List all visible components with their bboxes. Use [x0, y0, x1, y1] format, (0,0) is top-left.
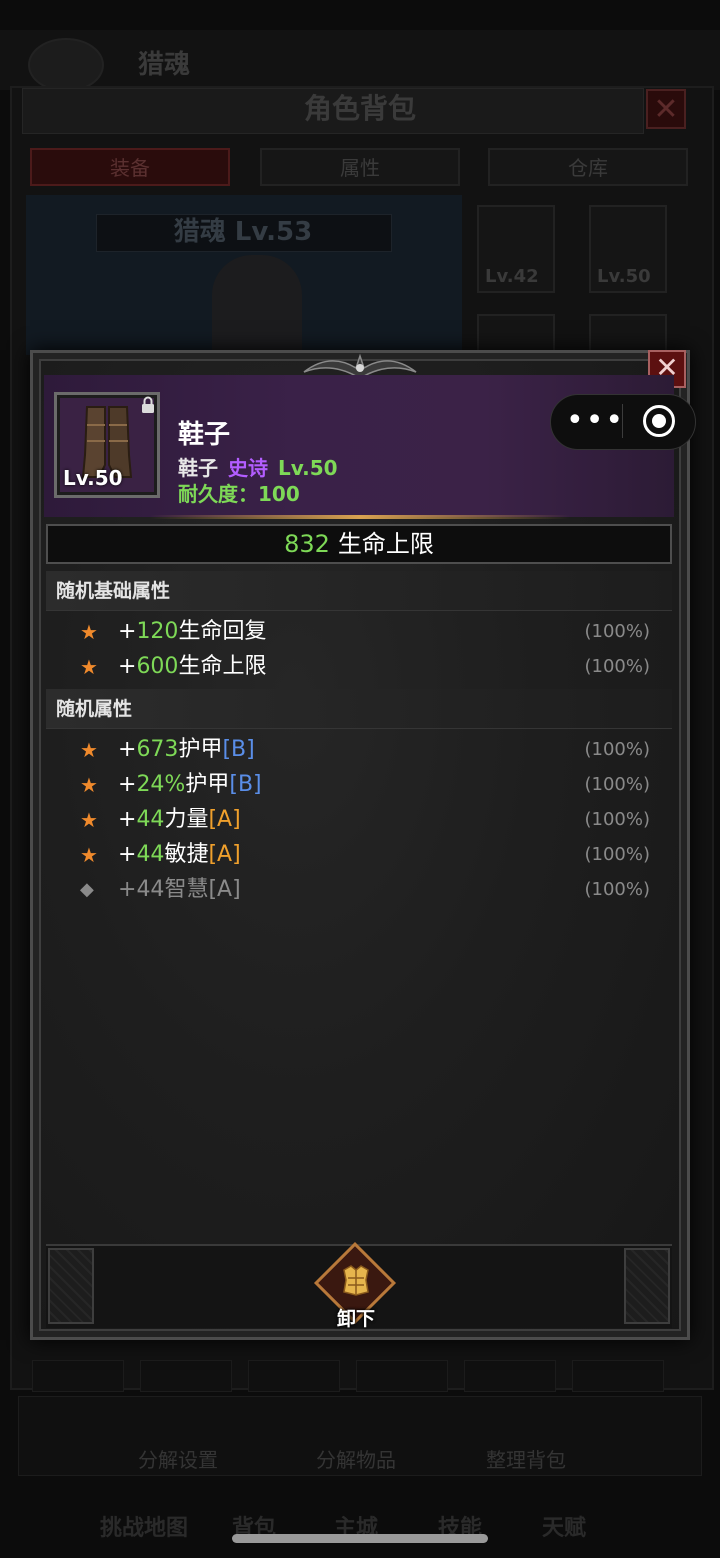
star-icon: ★ — [80, 773, 98, 797]
inventory-cell[interactable] — [140, 1360, 232, 1392]
nav-talents[interactable]: 天赋 — [542, 1510, 586, 1542]
decompose-items-button[interactable]: 分解物品 — [316, 1444, 396, 1473]
corner-ornament-right — [624, 1248, 670, 1324]
star-icon: ★ — [80, 738, 98, 762]
star-icon: ★ — [80, 620, 98, 644]
item-type: 鞋子 — [178, 456, 218, 480]
attribute-percent: (100%) — [584, 809, 650, 830]
main-stat-box: 832 生命上限 — [46, 524, 672, 564]
sort-backpack-button[interactable]: 整理背包 — [486, 1444, 566, 1473]
star-icon: ★ — [80, 843, 98, 867]
armor-icon — [338, 1262, 374, 1307]
attribute-row: ★ +44敏捷[A] (100%) — [46, 838, 672, 872]
tab-attributes[interactable]: 属性 — [260, 148, 460, 186]
tab-equipment[interactable]: 装备 — [30, 148, 230, 186]
character-figure — [212, 255, 302, 355]
attribute-text: +24%护甲[B] — [118, 772, 262, 797]
corner-ornament-left — [48, 1248, 94, 1324]
inventory-cell[interactable] — [572, 1360, 664, 1392]
top-bar — [0, 30, 720, 90]
inventory-cell[interactable] — [32, 1360, 124, 1392]
attribute-row: ★ +120生命回复 (100%) — [46, 615, 672, 649]
close-miniprogram-icon-dot — [652, 414, 666, 428]
attribute-percent: (100%) — [584, 621, 650, 642]
slot-level: Lv.50 — [597, 266, 651, 287]
home-indicator[interactable] — [232, 1534, 488, 1543]
attribute-text: +44力量[A] — [118, 807, 241, 832]
lock-icon — [140, 396, 156, 418]
backpack-title: 角色背包 — [303, 92, 416, 125]
attribute-percent: (100%) — [584, 844, 650, 865]
player-avatar — [28, 38, 104, 92]
unequip-label[interactable]: 卸下 — [318, 1304, 394, 1331]
item-rarity: 史诗 — [228, 456, 268, 480]
base-attributes-heading: 随机基础属性 — [46, 571, 672, 611]
attribute-text: +673护甲[B] — [118, 737, 255, 762]
item-level-badge: Lv.50 — [63, 466, 123, 490]
star-icon: ★ — [80, 808, 98, 832]
attribute-row-inactive: ◆ +44智慧[A] (100%) — [46, 873, 672, 907]
decompose-settings-button[interactable]: 分解设置 — [138, 1444, 218, 1473]
player-name: 猎魂 — [138, 50, 191, 80]
main-stat-name: 生命上限 — [337, 530, 434, 558]
star-icon: ★ — [80, 655, 98, 679]
item-durability: 耐久度：100 — [178, 482, 300, 506]
capsule-separator — [622, 404, 623, 438]
inventory-cell[interactable] — [248, 1360, 340, 1392]
header-divider-glow — [150, 515, 570, 519]
attribute-text: +44智慧[A] — [118, 877, 241, 902]
attribute-text: +44敏捷[A] — [118, 842, 241, 867]
attribute-row: ★ +44力量[A] (100%) — [46, 803, 672, 837]
equip-slot-armor[interactable]: Lv.50 — [589, 205, 667, 293]
attribute-percent: (100%) — [584, 739, 650, 760]
item-name: 鞋子 — [178, 420, 231, 450]
attribute-row: ★ +24%护甲[B] (100%) — [46, 768, 672, 802]
equip-slot-necklace[interactable] — [477, 314, 555, 354]
backpack-close-button[interactable]: ✕ — [646, 89, 686, 129]
attribute-row: ★ +673护甲[B] (100%) — [46, 733, 672, 767]
attribute-percent: (100%) — [584, 774, 650, 795]
character-name-label: 猎魂 Lv.53 — [173, 217, 313, 247]
equip-slot-helmet[interactable]: Lv.42 — [477, 205, 555, 293]
random-attributes-heading: 随机属性 — [46, 689, 672, 729]
tab-warehouse[interactable]: 仓库 — [488, 148, 688, 186]
attribute-row: ★ +600生命上限 (100%) — [46, 650, 672, 684]
attribute-text: +120生命回复 — [118, 619, 267, 644]
item-meta: 鞋子 史诗 Lv.50 — [178, 452, 338, 481]
attribute-percent: (100%) — [584, 656, 650, 677]
inventory-cell[interactable] — [356, 1360, 448, 1392]
diamond-icon: ◆ — [80, 879, 94, 900]
item-level: Lv.50 — [278, 456, 338, 480]
attribute-text: +600生命上限 — [118, 654, 267, 679]
more-options-icon[interactable]: ••• — [566, 403, 625, 438]
nav-challenge-map[interactable]: 挑战地图 — [100, 1510, 188, 1542]
main-stat-value: 832 — [284, 530, 330, 558]
attribute-percent: (100%) — [584, 879, 650, 900]
inventory-cell[interactable] — [464, 1360, 556, 1392]
equip-slot-weapon[interactable] — [589, 314, 667, 354]
slot-level: Lv.42 — [485, 266, 539, 287]
